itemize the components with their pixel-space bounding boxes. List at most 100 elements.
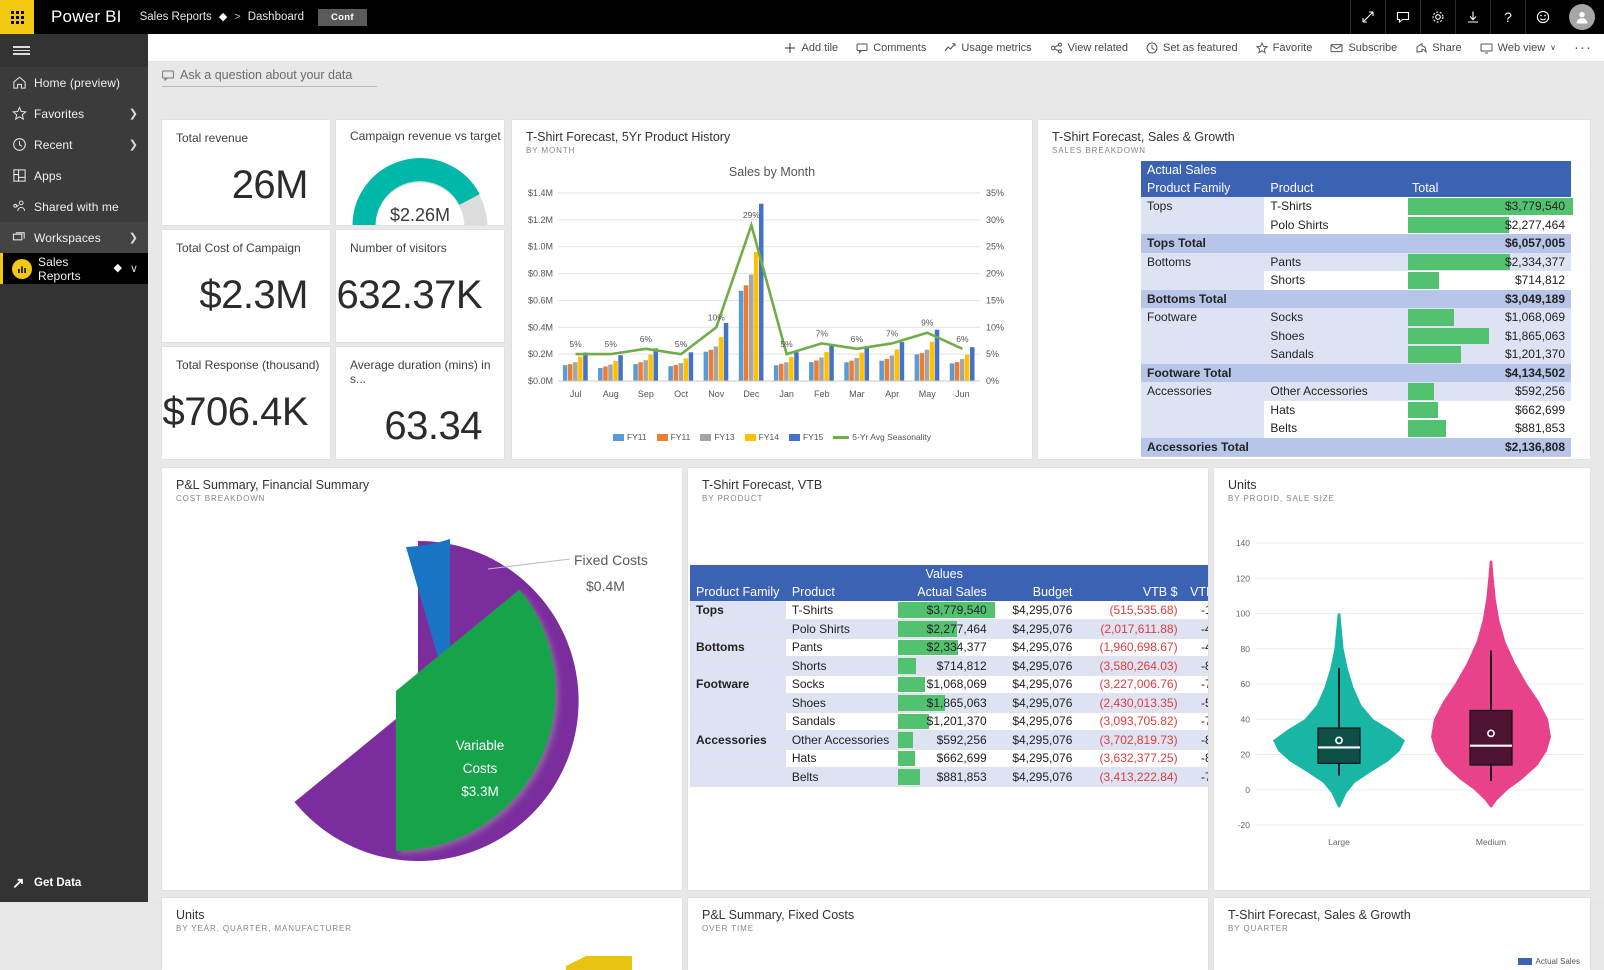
avatar[interactable] bbox=[1569, 4, 1595, 30]
hamburger-icon[interactable] bbox=[0, 34, 148, 67]
table-row[interactable]: Tops Total$6,057,005 bbox=[1141, 234, 1571, 253]
usage-metrics-button[interactable]: Usage metrics bbox=[935, 34, 1040, 62]
column-header[interactable]: Product Family bbox=[1141, 179, 1264, 197]
view-related-button[interactable]: View related bbox=[1041, 34, 1137, 62]
legend-item[interactable]: FY14 bbox=[745, 432, 779, 442]
table-row[interactable]: Hats$662,699 bbox=[1141, 401, 1571, 420]
table-row[interactable]: Sandals$1,201,370 bbox=[1141, 345, 1571, 364]
kpi-tile-total-revenue[interactable]: Total revenue 26M bbox=[162, 120, 330, 225]
legend-item[interactable]: FY13 bbox=[700, 432, 734, 442]
get-data-button[interactable]: ↗ Get Data bbox=[0, 874, 148, 892]
tile-vtb-by-product[interactable]: T-Shirt Forecast, VTB BY PRODUCT ValuesP… bbox=[688, 468, 1208, 890]
table-row[interactable]: FootwareSocks$1,068,069 bbox=[1141, 308, 1571, 327]
chevron-down-icon[interactable]: ∨ bbox=[130, 262, 138, 275]
tile-units-by-year-quarter[interactable]: Units BY YEAR, QUARTER, MANUFACTURER bbox=[162, 898, 682, 970]
action-label: Web view bbox=[1498, 42, 1545, 54]
table-row[interactable]: Hats$662,699$4,295,076(3,632,377.25)-85% bbox=[690, 749, 1208, 768]
help-icon[interactable]: ? bbox=[1490, 0, 1525, 34]
vtb-table[interactable]: ValuesProduct FamilyProductActual SalesB… bbox=[690, 565, 1208, 787]
table-row[interactable]: Polo Shirts$2,277,464$4,295,076(2,017,61… bbox=[690, 620, 1208, 639]
favorite-button[interactable]: Favorite bbox=[1247, 34, 1322, 62]
row-family: Tops bbox=[690, 601, 786, 620]
breadcrumb-page[interactable]: Dashboard bbox=[248, 11, 304, 23]
tile-pl-financial-summary[interactable]: P&L Summary, Financial Summary COST BREA… bbox=[162, 468, 682, 890]
row-family: Accessories bbox=[690, 731, 786, 750]
table-row[interactable]: FootwareSocks$1,068,069$4,295,076(3,227,… bbox=[690, 675, 1208, 694]
breadcrumb-workspace[interactable]: Sales Reports bbox=[140, 11, 212, 23]
legend-item[interactable]: FY11 bbox=[657, 432, 691, 442]
table-row[interactable]: AccessoriesOther Accessories$592,256 bbox=[1141, 382, 1571, 401]
table-row[interactable]: TopsT-Shirts$3,779,540$4,295,076(515,535… bbox=[690, 601, 1208, 620]
sales-growth-table[interactable]: Actual SalesProduct FamilyProductTotalTo… bbox=[1141, 161, 1571, 459]
web-view-button[interactable]: Web view ∨ bbox=[1471, 34, 1565, 62]
kpi-tile-total-response[interactable]: Total Response (thousand) $706.4K bbox=[162, 347, 330, 459]
sidebar-item-workspaces[interactable]: Workspaces ❯ bbox=[0, 222, 148, 253]
comments-button[interactable]: Comments bbox=[847, 34, 935, 62]
svg-text:7%: 7% bbox=[816, 328, 829, 338]
more-options-button[interactable]: ··· bbox=[1565, 39, 1596, 56]
row-family bbox=[690, 712, 786, 731]
sidebar-item-favorites[interactable]: Favorites ❯ bbox=[0, 98, 148, 129]
sidebar-item-apps[interactable]: Apps bbox=[0, 160, 148, 191]
column-header[interactable]: Total bbox=[1406, 179, 1571, 197]
share-button[interactable]: Share bbox=[1406, 34, 1470, 62]
table-row[interactable]: Shoes$1,865,063$4,295,076(2,430,013.35)-… bbox=[690, 694, 1208, 713]
table-row[interactable]: Bottoms Total$3,049,189 bbox=[1141, 290, 1571, 309]
column-header[interactable]: Product bbox=[1264, 179, 1406, 197]
table-row[interactable]: Accessories Total$2,136,808 bbox=[1141, 438, 1571, 457]
table-row[interactable]: Shorts$714,812$4,295,076(3,580,264.03)-8… bbox=[690, 657, 1208, 676]
table-row[interactable]: Belts$881,853 bbox=[1141, 419, 1571, 438]
brand-title[interactable]: Power BI bbox=[51, 7, 122, 27]
svg-text:Dec: Dec bbox=[743, 389, 760, 399]
expand-icon[interactable] bbox=[1350, 0, 1385, 34]
column-header[interactable]: Product Family bbox=[690, 583, 786, 601]
row-vtb-dollar: (2,017,611.88) bbox=[1078, 620, 1183, 639]
column-header[interactable]: VTB % bbox=[1184, 583, 1208, 601]
qa-search-input[interactable]: Ask a question about your data bbox=[162, 68, 377, 87]
row-vtb-pct: -47% bbox=[1184, 620, 1208, 639]
tile-sales-growth-matrix[interactable]: T-Shirt Forecast, Sales & Growth SALES B… bbox=[1038, 120, 1590, 459]
set-as-featured-button[interactable]: Set as featured bbox=[1137, 34, 1247, 62]
kpi-tile-total-cost[interactable]: Total Cost of Campaign $2.3M bbox=[162, 230, 330, 342]
sidebar-item-recent[interactable]: Recent ❯ bbox=[0, 129, 148, 160]
sidebar-item-home[interactable]: Home (preview) bbox=[0, 67, 148, 98]
table-row[interactable]: Sandals$1,201,370$4,295,076(3,093,705.82… bbox=[690, 712, 1208, 731]
smiley-icon[interactable] bbox=[1525, 0, 1560, 34]
gauge-tile-campaign-revenue[interactable]: Campaign revenue vs target $2.26M $0M $2… bbox=[336, 120, 504, 225]
subscribe-button[interactable]: Subscribe bbox=[1321, 34, 1406, 62]
row-actual-sales: $881,853 bbox=[896, 768, 993, 787]
row-product: T-Shirts bbox=[786, 601, 896, 620]
legend-item[interactable]: FY15 bbox=[789, 432, 823, 442]
tile-sales-growth-by-quarter[interactable]: T-Shirt Forecast, Sales & Growth BY QUAR… bbox=[1214, 898, 1590, 970]
table-row[interactable]: Polo Shirts$2,277,464 bbox=[1141, 216, 1571, 235]
column-header[interactable]: VTB $ bbox=[1078, 583, 1183, 601]
column-header[interactable]: Actual Sales bbox=[896, 583, 993, 601]
column-header[interactable]: Product bbox=[786, 583, 896, 601]
kpi-tile-number-of-visitors[interactable]: Number of visitors 632.37K bbox=[336, 230, 504, 342]
app-launcher-icon[interactable] bbox=[0, 0, 34, 34]
column-header[interactable]: Budget bbox=[993, 583, 1079, 601]
pie-label-variable-costs-2: Costs bbox=[463, 761, 498, 776]
table-row[interactable]: TopsT-Shirts$3,779,540 bbox=[1141, 197, 1571, 216]
legend-item[interactable]: 5-Yr Avg Seasonality bbox=[833, 432, 931, 442]
row-vtb-dollar: (3,632,377.25) bbox=[1078, 749, 1183, 768]
tile-5yr-product-history[interactable]: T-Shirt Forecast, 5Yr Product History BY… bbox=[512, 120, 1032, 459]
gear-icon[interactable] bbox=[1420, 0, 1455, 34]
download-icon[interactable] bbox=[1455, 0, 1490, 34]
table-row[interactable]: Footware Total$4,134,502 bbox=[1141, 364, 1571, 383]
table-row[interactable]: BottomsPants$2,334,377 bbox=[1141, 253, 1571, 272]
sidebar-item-shared-with-me[interactable]: Shared with me bbox=[0, 191, 148, 222]
table-row[interactable]: Shoes$1,865,063 bbox=[1141, 327, 1571, 346]
table-row[interactable]: Grand Total$15,377,505 bbox=[1141, 456, 1571, 459]
sidebar-item-sales-reports[interactable]: Sales Reports ◆ ∨ bbox=[0, 253, 148, 284]
tile-pl-fixed-costs[interactable]: P&L Summary, Fixed Costs OVER TIME bbox=[688, 898, 1208, 970]
tile-units-violin[interactable]: Units BY PRODID, SALE SIZE -200204060801… bbox=[1214, 468, 1590, 890]
kpi-tile-average-duration[interactable]: Average duration (mins) in s... 63.34 bbox=[336, 347, 504, 459]
table-row[interactable]: Belts$881,853$4,295,076(3,413,222.84)-79… bbox=[690, 768, 1208, 787]
table-row[interactable]: AccessoriesOther Accessories$592,256$4,2… bbox=[690, 731, 1208, 750]
feedback-icon[interactable] bbox=[1385, 0, 1420, 34]
legend-item[interactable]: FY11 bbox=[613, 432, 647, 442]
table-row[interactable]: Shorts$714,812 bbox=[1141, 271, 1571, 290]
table-row[interactable]: BottomsPants$2,334,377$4,295,076(1,960,6… bbox=[690, 638, 1208, 657]
add-tile-button[interactable]: Add tile bbox=[775, 34, 847, 62]
